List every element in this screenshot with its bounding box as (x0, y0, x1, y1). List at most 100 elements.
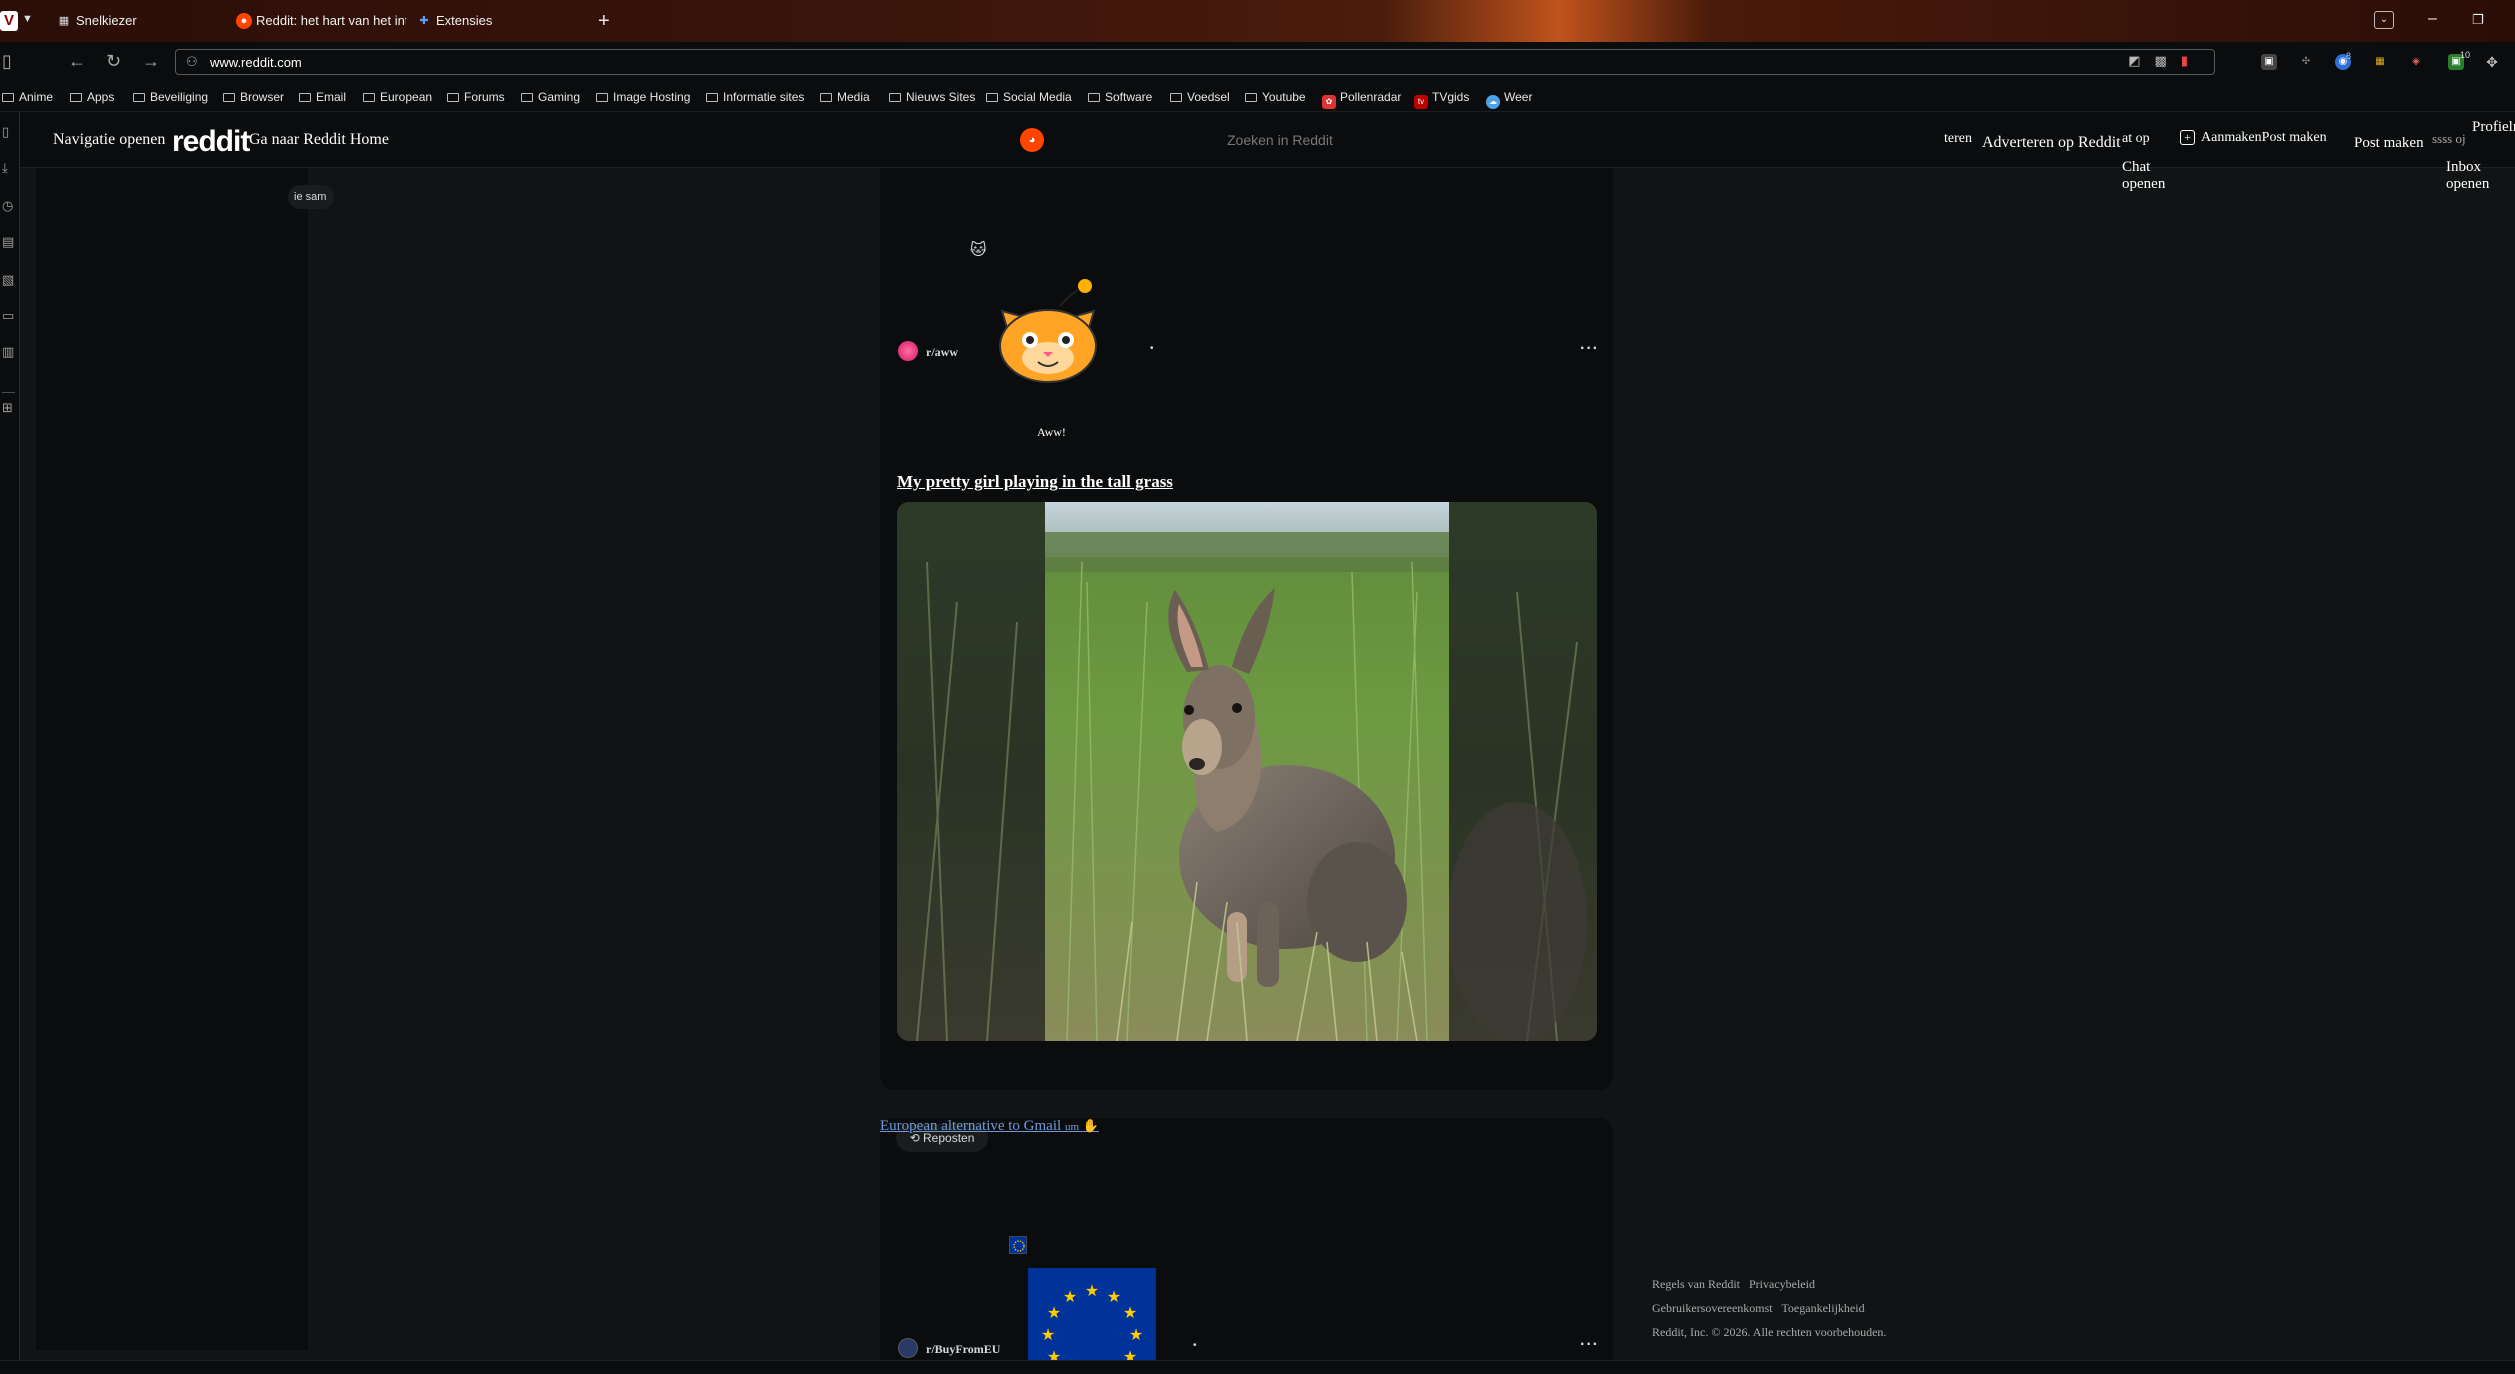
more-options-icon[interactable]: ··· (1580, 340, 1599, 358)
extension-icon[interactable]: ▦ (2372, 54, 2388, 70)
back-icon[interactable]: ← (68, 51, 86, 72)
hand-emoji-icon: ✋ (1082, 1118, 1099, 1133)
sessions-icon[interactable]: ▥ (2, 344, 14, 360)
bookmark-folder-anime[interactable]: Anime (2, 90, 53, 104)
user-agreement-link[interactable]: Gebruikersovereenkomst (1652, 1301, 1773, 1315)
post-card[interactable]: ⟲ Reposten European alternative to Gmail… (880, 1118, 1613, 1368)
bookmark-weer[interactable]: ☁ Weer (1486, 90, 1532, 109)
more-options-icon[interactable]: ··· (1580, 1336, 1599, 1354)
subreddit-buyfromeu-icon[interactable] (898, 1338, 918, 1358)
svg-text:★: ★ (1107, 1287, 1121, 1306)
minimize-icon[interactable]: – (2428, 10, 2437, 28)
post-make-label: Post maken (2354, 135, 2424, 151)
chevron-down-icon[interactable]: ▼ (22, 13, 33, 25)
downloads-icon[interactable]: ⤓ (2, 160, 8, 176)
folder-icon (889, 93, 901, 102)
reload-icon[interactable]: ↻ (106, 51, 121, 72)
cat-emoji-icon: 🐱 (970, 242, 987, 259)
add-panel-icon[interactable]: ⊞ (2, 400, 13, 416)
extension-icon[interactable]: ▣ (2261, 54, 2277, 70)
bookmark-folder-image-hosting[interactable]: Image Hosting (596, 90, 690, 104)
tab-list-chevron-icon[interactable]: ⌄ (2374, 11, 2394, 29)
history-icon[interactable]: ◷ (2, 198, 13, 214)
extension-badge: 8 (2346, 51, 2352, 61)
panel-toggle-icon[interactable]: ▯ (2, 51, 12, 72)
bookmark-folder-beveiliging[interactable]: Beveiliging (133, 90, 208, 104)
bookmark-folder-email[interactable]: Email (299, 90, 346, 104)
bookmark-folder-gaming[interactable]: Gaming (521, 90, 580, 104)
weather-favicon-icon: ☁ (1486, 95, 1500, 109)
subreddit-aww-icon[interactable] (898, 341, 918, 361)
svg-text:★: ★ (1047, 1303, 1061, 1322)
bookmark-folder-media[interactable]: Media (820, 90, 870, 104)
bookmark-folder-voedsel[interactable]: Voedsel (1170, 90, 1230, 104)
footer-links-row-1: Regels van Reddit Privacybeleid (1652, 1277, 1815, 1292)
post-card[interactable]: 🐱 Aww! r/aww • ··· My pretty girl playin… (880, 168, 1613, 1090)
plus-box-icon: + (2180, 130, 2195, 145)
open-navigation-button[interactable]: Navigatie openen (53, 131, 165, 149)
bookmark-folder-informatie-sites[interactable]: Informatie sites (706, 90, 804, 104)
vivaldi-logo-icon[interactable]: V (0, 11, 18, 31)
grid-icon: ▦ (58, 15, 70, 27)
profile-menu-button[interactable]: Profielme (2472, 119, 2515, 136)
svg-text:★: ★ (1041, 1325, 1055, 1344)
site-info-icon[interactable]: ⚇ (186, 54, 198, 70)
reddit-home-link[interactable]: Ga naar Reddit Home (249, 131, 389, 149)
rss-icon[interactable]: ◩ (2128, 53, 2154, 68)
bookmark-folder-social-media[interactable]: Social Media (986, 90, 1072, 104)
reddit-header: Navigatie openen reddit Ga naar Reddit H… (20, 112, 2515, 192)
tab-extensies[interactable]: ✚ Extensies (414, 9, 564, 33)
translate-icon[interactable]: ▧ (2, 272, 14, 288)
chat-open-button[interactable]: Chat openen (2122, 159, 2182, 193)
tab-reddit[interactable]: ● Reddit: het hart van het internet (234, 9, 406, 33)
bookmarks-panel-icon[interactable]: ▯ (2, 124, 9, 140)
post-title[interactable]: My pretty girl playing in the tall grass (897, 472, 1173, 492)
bookmark-icon[interactable]: ▮ (2181, 53, 2202, 68)
search-input[interactable]: Zoeken in Reddit (1227, 132, 1333, 148)
bookmark-folder-forums[interactable]: Forums (447, 90, 505, 104)
bookmark-tvgids[interactable]: tv TVgids (1414, 90, 1469, 109)
bookmark-folder-apps[interactable]: Apps (70, 90, 114, 104)
browser-side-panel: ▯ ⤓ ◷ ▤ ▧ ▭ ▥ — ⊞ (0, 112, 20, 1360)
collapse-nav-button[interactable]: ie sam (288, 185, 334, 209)
privacy-policy-link[interactable]: Privacybeleid (1749, 1277, 1815, 1291)
extension-badge: 10 (2460, 50, 2471, 60)
post-media-image[interactable] (897, 502, 1597, 1041)
pollenradar-favicon-icon: ✿ (1322, 95, 1336, 109)
tab-snelkiezer[interactable]: ▦ Snelkiezer (54, 9, 234, 33)
notes-icon[interactable]: ▤ (2, 234, 14, 250)
restore-icon[interactable]: ❐ (2472, 12, 2484, 28)
inbox-open-button[interactable]: Inbox openen (2446, 159, 2506, 193)
bookmark-folder-browser[interactable]: Browser (223, 90, 284, 104)
new-tab-button[interactable]: + (598, 9, 610, 33)
extension-icon[interactable]: ✣ (2298, 54, 2314, 70)
reddit-rules-link[interactable]: Regels van Reddit (1652, 1277, 1740, 1291)
reading-list-icon[interactable]: ▭ (2, 308, 14, 324)
post-link-title[interactable]: European alternative to Gmail um ✋ (880, 1118, 1099, 1135)
bookmark-folder-software[interactable]: Software (1088, 90, 1152, 104)
reddit-logo[interactable]: reddit (172, 125, 250, 159)
bookmark-folder-european[interactable]: European (363, 90, 432, 104)
tvgids-favicon-icon: tv (1414, 95, 1428, 109)
bookmark-folder-nieuws-sites[interactable]: Nieuws Sites (889, 90, 975, 104)
extensions-puzzle-icon[interactable]: ✥ (2484, 54, 2500, 70)
folder-icon (521, 93, 533, 102)
eu-flag-small-icon (1009, 1236, 1027, 1254)
qr-icon[interactable]: ▩ (2155, 53, 2181, 68)
partial-header-text: teren (1944, 131, 1972, 146)
svg-text:★: ★ (1129, 1325, 1143, 1344)
bookmark-pollenradar[interactable]: ✿ Pollenradar (1322, 90, 1401, 109)
subreddit-name[interactable]: r/aww (926, 345, 958, 360)
bookmark-folder-youtube[interactable]: Youtube (1245, 90, 1306, 104)
extension-icon[interactable]: ◈ (2408, 54, 2424, 70)
url-field[interactable]: ⚇ www.reddit.com ◩▩▮ (175, 49, 2215, 75)
partial-chat-text: at op (2122, 131, 2150, 146)
folder-icon (2, 93, 14, 102)
subreddit-name[interactable]: r/BuyFromEU (926, 1342, 1000, 1357)
create-post-button[interactable]: + AanmakenPost maken (2180, 130, 2327, 146)
forward-icon[interactable]: → (142, 51, 160, 72)
accessibility-link[interactable]: Toegankelijkheid (1781, 1301, 1864, 1315)
partial-overlap-text: ssss oj (2432, 131, 2466, 146)
aww-avatar-label: Aww! (1037, 425, 1066, 439)
advertise-button[interactable]: Adverteren op Reddit (1982, 134, 2121, 152)
